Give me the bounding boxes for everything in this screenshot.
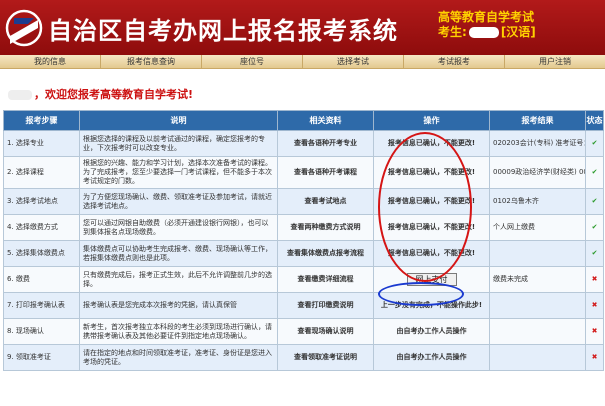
operation-cell: 由自考办工作人员操作 [373,344,490,371]
page: 自治区自考办网上报名报考系统 高等教育自学考试 考生: [汉语] 我的信息 报考信… [0,0,605,406]
table-header-row: 报考步骤 说明 相关资料 操作 报考结果 状态 [3,110,604,131]
welcome-message: ，欢迎您报考高等教育自学考试! [8,86,193,102]
operation-cell: 由自考办工作人员操作 [373,318,490,345]
status-check-icon: ✔ [585,188,604,215]
operation-cell: 报考信息已确认，不能更改! [373,130,490,157]
exam-type: 高等教育自学考试 [438,10,535,24]
table-row: 1. 选择专业 根据您选择的课程及以前考试通过的课程，确定您报考的专业，下次报考时… [3,130,604,157]
nav-register[interactable]: 考试报考 [404,55,505,68]
status-check-icon: ✔ [585,156,604,189]
operation-cell: 网上支付 [373,266,490,293]
step-name: 9. 领取准考证 [3,344,80,371]
welcome-text: ，欢迎您报考高等教育自学考试! [34,88,194,101]
system-title: 自治区自考办网上报名报考系统 [48,16,398,45]
result-cell: 缴费未完成 [489,266,586,293]
result-cell: 020203会计(专科) 准考证号：0102…21 [489,130,586,157]
table-row: 4. 选择缴费方式 您可以通过网银自助缴费（必须开通建设银行网银），也可以到集体报… [3,214,604,241]
step-description: 报考确认表是您完成本次报考的凭据，请认真保管 [79,292,278,319]
operation-cell: 报考信息已确认，不能更改! [373,240,490,267]
status-check-icon: ✔ [585,130,604,157]
nav-my-info[interactable]: 我的信息 [0,55,101,68]
step-name: 4. 选择缴费方式 [3,214,80,241]
step-name: 3. 选择考试地点 [3,188,80,215]
step-name: 6. 缴费 [3,266,80,293]
result-cell: 个人网上缴费 [489,214,586,241]
result-cell: 0102乌鲁木齐 [489,188,586,215]
operation-cell: 报考信息已确认，不能更改! [373,188,490,215]
th-result: 报考结果 [489,110,586,131]
status-check-icon: ✔ [585,214,604,241]
steps-table: 报考步骤 说明 相关资料 操作 报考结果 状态 1. 选择专业 根据您选择的课程及… [3,110,604,371]
table-row: 6. 缴费 只有缴费完成后，报考正式生效，此后不允许调整前几步的选择。 查看缴费详细… [3,266,604,293]
table-row: 2. 选择课程 根据您的兴趣、能力和学习计划，选择本次准备考试的课程。为了完成报考… [3,156,604,189]
result-cell [489,344,586,371]
step-name: 7. 打印报考确认表 [3,292,80,319]
table-row: 9. 领取准考证 请在指定的地点和时间领取准考证，准考证、身份证是您进入考场的凭证… [3,344,604,371]
step-description: 新考生，首次报考独立本科段的考生必须到现场进行确认，请携带报考确认表及其他必要证… [79,318,278,345]
result-cell: 00009政治经济学(财经类) 00020高等数学(一) 00156成本会计 0… [489,156,586,189]
redacted-username [8,90,32,100]
steps-body: 1. 选择专业 根据您选择的课程及以前考试通过的课程，确定您报考的专业，下次报考时… [3,130,604,371]
table-row: 3. 选择考试地点 为了方便您现场确认、缴费、领取准考证及参加考试，请就近选择考试… [3,188,604,215]
header-info: 高等教育自学考试 考生: [汉语] [438,10,536,40]
status-cross-icon: ✖ [585,266,604,293]
step-description: 只有缴费完成后，报考正式生效，此后不允许调整前几步的选择。 [79,266,278,293]
step-description: 请在指定的地点和时间领取准考证，准考证、身份证是您进入考场的凭证。 [79,344,278,371]
reference-link[interactable]: 查看现场确认说明 [277,318,374,345]
online-pay-button[interactable]: 网上支付 [406,273,457,286]
reference-link[interactable]: 查看领取准考证说明 [277,344,374,371]
redacted-name [468,27,499,38]
nav-select-exam[interactable]: 选择考试 [303,55,404,68]
operation-cell: 报考信息已确认，不能更改! [373,156,490,189]
header-banner: 自治区自考办网上报名报考系统 高等教育自学考试 考生: [汉语] [0,0,605,55]
nav-seat[interactable]: 座位号 [202,55,303,68]
th-step: 报考步骤 [3,110,80,131]
reference-link[interactable]: 查看缴费详细流程 [277,266,374,293]
operation-cell: 报考信息已确认，不能更改! [373,214,490,241]
table-row: 5. 选择集体缴费点 集体缴费点可以协助考生完成报考、缴费、现场确认等工作，若报集… [3,240,604,267]
step-name: 5. 选择集体缴费点 [3,240,80,267]
logo-icon [5,9,43,47]
top-nav: 我的信息 报考信息查询 座位号 选择考试 考试报考 用户注销 [0,55,605,69]
reference-link[interactable]: 查看考试地点 [277,188,374,215]
step-description: 您可以通过网银自助缴费（必须开通建设银行网银），也可以到集体报名点现场缴费。 [79,214,278,241]
language-link[interactable]: [汉语] [501,25,536,39]
step-description: 根据您选择的课程及以前考试通过的课程，确定您报考的专业，下次报考时可以改变专业。 [79,130,278,157]
th-op: 操作 [373,110,490,131]
reference-link[interactable]: 查看各语种开考课程 [277,156,374,189]
reference-link[interactable]: 查看打印缴费说明 [277,292,374,319]
status-check-icon: ✔ [585,240,604,267]
result-cell [489,318,586,345]
status-cross-icon: ✖ [585,344,604,371]
reference-link[interactable]: 查看各语种开考专业 [277,130,374,157]
table-row: 7. 打印报考确认表 报考确认表是您完成本次报考的凭据，请认真保管 查看打印缴费说明… [3,292,604,319]
status-cross-icon: ✖ [585,318,604,345]
reference-link[interactable]: 查看集体缴费点报考流程 [277,240,374,267]
th-status: 状态 [585,110,604,131]
status-cross-icon: ✖ [585,292,604,319]
step-description: 集体缴费点可以协助考生完成报考、缴费、现场确认等工作，若报集体缴费点则也是此项。 [79,240,278,267]
th-desc: 说明 [79,110,278,131]
step-name: 2. 选择课程 [3,156,80,189]
table-row: 8. 现场确认 新考生，首次报考独立本科段的考生必须到现场进行确认，请携带报考确认… [3,318,604,345]
nav-query[interactable]: 报考信息查询 [101,55,202,68]
candidate-label: 考生: [438,25,467,39]
nav-logout[interactable]: 用户注销 [505,55,605,68]
step-name: 1. 选择专业 [3,130,80,157]
step-description: 根据您的兴趣、能力和学习计划，选择本次准备考试的课程。为了完成报考，您至少要选择… [79,156,278,189]
th-ref: 相关资料 [277,110,374,131]
candidate-line: 考生: [汉语] [438,25,536,40]
result-cell [489,240,586,267]
step-name: 8. 现场确认 [3,318,80,345]
operation-cell: 上一步没有完成，不能操作此步! [373,292,490,319]
result-cell [489,292,586,319]
reference-link[interactable]: 查看两种缴费方式说明 [277,214,374,241]
step-description: 为了方便您现场确认、缴费、领取准考证及参加考试，请就近选择考试地点。 [79,188,278,215]
